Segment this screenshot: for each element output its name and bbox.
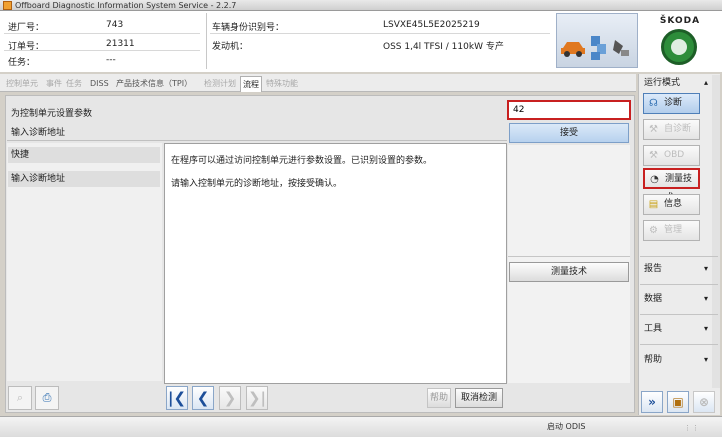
diagnostic-address-value: 42 (513, 105, 525, 115)
menu-report[interactable]: 报告 ▾ (640, 262, 718, 276)
mode-diagnosis-button[interactable]: ☊ 诊断 (643, 93, 700, 114)
save-icon[interactable]: ▣ (667, 391, 689, 413)
sidebar-divider (640, 344, 718, 345)
engine-label: 发动机： (212, 42, 249, 52)
chevron-down-icon: ▾ (703, 294, 708, 303)
mode-info-button[interactable]: ▤ 信息 (643, 194, 700, 215)
operating-mode-label: 运行模式 (644, 78, 681, 88)
status-text: 启动 ODIS (547, 422, 586, 431)
workshop-value: 743 (106, 20, 124, 30)
tab-test-plan[interactable]: 检测计划 (202, 76, 238, 91)
mode-info-label: 信息 (664, 199, 683, 209)
header-row-line (210, 33, 550, 34)
admin-icon: ⚙ (649, 225, 658, 236)
mode-obd-button[interactable]: ⚒ OBD (643, 145, 700, 166)
step-title: 为控制单元设置参数 (11, 109, 93, 119)
chevron-down-icon: ▴ (703, 78, 708, 87)
tab-bar: 控制单元 事件 任务 DISS 产品技术信息（TPI） 检测计划 流程 特殊功能 (0, 74, 636, 92)
chevron-down-icon: ▾ (703, 264, 708, 273)
help-button[interactable]: 帮助 (427, 388, 451, 408)
mode-obd-label: OBD (664, 150, 685, 160)
last-page-icon[interactable]: ❯| (246, 386, 268, 410)
tab-process[interactable]: 流程 (240, 76, 262, 92)
task-label: 任务： (8, 58, 36, 68)
stethoscope-icon: ☊ (649, 98, 658, 109)
list-item-shortcut[interactable]: 快捷 (8, 147, 160, 163)
operating-mode-header[interactable]: 运行模式 ▴ (640, 76, 718, 90)
info-book-icon: ▤ (648, 199, 659, 210)
header-divider (206, 13, 207, 69)
chevron-down-icon: ▾ (703, 355, 708, 364)
window-title-bar: Offboard Diagnostic Information System S… (0, 0, 722, 11)
vin-value: LSVXE45L5E2025219 (383, 20, 480, 30)
sidebar-scrollbar[interactable] (712, 75, 720, 388)
mode-diagnosis-label: 诊断 (664, 98, 683, 108)
cancel-test-button[interactable]: 取消检测 (455, 388, 503, 408)
header-row-line (4, 33, 200, 34)
diagnostic-address-input[interactable]: 42 (507, 100, 631, 120)
tab-tpi[interactable]: 产品技术信息（TPI） (114, 76, 194, 91)
window-title: Offboard Diagnostic Information System S… (15, 1, 237, 10)
engine-value: OSS 1,4l TFSI / 110kW 专产 (383, 42, 504, 52)
exit-icon[interactable]: ⊗ (693, 391, 715, 413)
mode-admin-label: 管理 (664, 225, 683, 235)
divider (7, 140, 507, 141)
sidebar-divider (640, 314, 718, 315)
car-connection-icon (561, 36, 629, 60)
tab-special-functions[interactable]: 特殊功能 (264, 76, 300, 91)
tab-control-units[interactable]: 控制单元 (4, 76, 40, 91)
menu-help[interactable]: 帮助 ▾ (640, 353, 718, 367)
forward-icon[interactable]: » (641, 391, 663, 413)
menu-report-label: 报告 (644, 264, 663, 274)
header-row-line (4, 50, 200, 51)
menu-tools[interactable]: 工具 ▾ (640, 322, 718, 336)
menu-tools-label: 工具 (644, 324, 663, 334)
menu-data[interactable]: 数据 ▾ (640, 292, 718, 306)
zoom-icon[interactable]: ⌕ (8, 386, 32, 410)
gauge-icon: ◔ (650, 174, 659, 185)
resize-grip-icon[interactable]: ⋮⋮ (684, 424, 700, 432)
previous-page-icon[interactable]: ❮ (192, 386, 214, 410)
divider (508, 256, 630, 257)
connection-status-panel (556, 13, 638, 68)
tab-tasks[interactable]: 任务 (64, 76, 84, 91)
vin-label: 车辆身份识别号： (212, 23, 285, 33)
mode-self-diagnosis-label: 自诊断 (664, 124, 692, 134)
tab-events[interactable]: 事件 (44, 76, 64, 91)
instruction-text-area: 在程序可以通过访问控制单元进行参数设置。已识别设置的参数。 请输入控制单元的诊断… (164, 143, 507, 384)
sidebar-divider (640, 284, 718, 285)
obd-icon: ⚒ (649, 150, 658, 161)
measurement-technology-button[interactable]: 测量技术 (509, 262, 629, 282)
accept-button[interactable]: 接受 (509, 123, 629, 143)
order-value: 21311 (106, 39, 135, 49)
mode-measurement-button[interactable]: ◔测量技术 (643, 168, 700, 203)
instruction-line-1: 在程序可以通过访问控制单元进行参数设置。已识别设置的参数。 (171, 156, 433, 166)
tab-diss[interactable]: DISS (88, 76, 111, 91)
first-page-icon[interactable]: |❮ (166, 386, 188, 410)
next-page-icon[interactable]: ❯ (219, 386, 241, 410)
skoda-logo-icon (661, 29, 697, 65)
mode-self-diagnosis-button[interactable]: ⚒ 自诊断 (643, 119, 700, 140)
process-step-list: 快捷 输入诊断地址 (7, 143, 162, 381)
step-subtitle: 输入诊断地址 (11, 128, 66, 138)
brand-name: ŠKODA (659, 16, 701, 26)
chevron-down-icon: ▾ (703, 324, 708, 333)
sidebar-divider (640, 256, 718, 257)
app-icon (3, 1, 12, 10)
task-value: --- (106, 55, 116, 65)
status-bar: 启动 ODIS ⋮⋮ (0, 416, 722, 437)
workshop-label: 进厂号： (8, 23, 45, 33)
menu-data-label: 数据 (644, 294, 663, 304)
menu-help-label: 帮助 (644, 355, 663, 365)
document-search-icon[interactable]: ⎙ (35, 386, 59, 410)
self-diagnosis-icon: ⚒ (649, 124, 658, 135)
mode-admin-button[interactable]: ⚙ 管理 (643, 220, 700, 241)
brand-logo: ŠKODA (639, 13, 721, 68)
instruction-line-2: 请输入控制单元的诊断地址，按接受确认。 (171, 179, 343, 189)
list-item-enter-address[interactable]: 输入诊断地址 (8, 171, 160, 187)
